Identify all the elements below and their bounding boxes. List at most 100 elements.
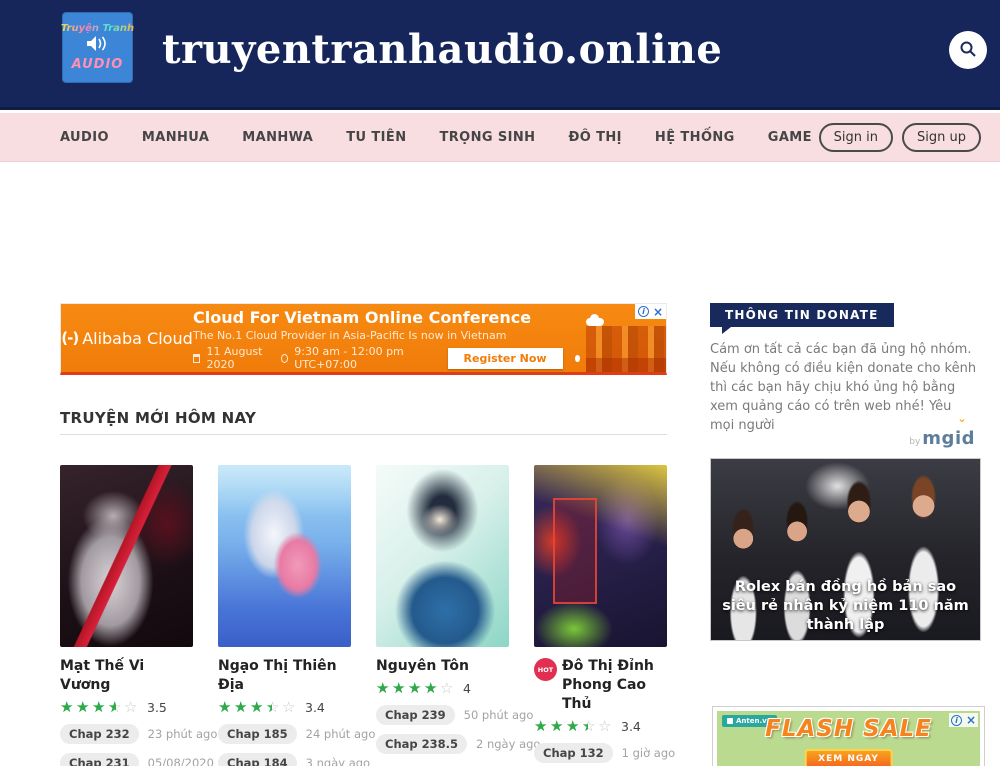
flash-sale-ad-inner: Anten.vn FLASH SALE XEM NGAY i ×	[717, 711, 980, 766]
nav-items: AUDIO MANHUA MANHWA TU TIÊN TRỌNG SINH ĐÔ THỊ…	[60, 130, 812, 145]
donate-info-heading: THÔNG TIN DONATE	[710, 303, 894, 327]
comic-cover[interactable]	[218, 465, 351, 647]
site-title: truyentranhaudio.online	[162, 26, 722, 73]
star-icon: ☆★	[108, 700, 124, 715]
alibaba-bracket-icon: (-)	[61, 329, 78, 347]
nav-item-trong-sinh[interactable]: TRỌNG SINH	[439, 130, 535, 145]
xem-ngay-button[interactable]: XEM NGAY	[804, 749, 893, 766]
nav-item-game[interactable]: GAME	[768, 130, 812, 145]
mgid-attribution[interactable]: bymgid	[710, 428, 975, 449]
mgid-by-text: by	[909, 437, 920, 447]
page: Truyện Tranh AUDIO truyentranhaudio.onli…	[0, 0, 1000, 766]
star-icon: ☆★	[598, 719, 614, 734]
banner-text-block: Cloud For Vietnam Online Conference The …	[193, 305, 580, 371]
nav-item-manhua[interactable]: MANHUA	[142, 130, 209, 145]
logo-text: Truyện Tranh	[61, 23, 134, 34]
native-ad-rolex[interactable]: Rolex bán đồng hồ bản sao siêu rẻ nhân k…	[710, 458, 981, 641]
star-icon: ☆★	[76, 700, 92, 715]
nav-item-tu-tien[interactable]: TU TIÊN	[346, 130, 406, 145]
site-logo[interactable]: Truyện Tranh AUDIO	[62, 12, 133, 83]
comic-title[interactable]: Đô Thị Đỉnh Phong Cao Thủ	[562, 657, 667, 714]
banner-title: Cloud For Vietnam Online Conference	[193, 308, 580, 327]
star-icon: ☆★	[440, 681, 456, 696]
auth-buttons: Sign in Sign up	[819, 123, 981, 152]
banner-date: 11 August 2020	[206, 345, 274, 371]
star-icon: ☆★	[424, 681, 440, 696]
register-now-button[interactable]: Register Now	[448, 348, 563, 369]
star-rating: ☆★☆★☆★☆★☆★	[376, 681, 456, 696]
comic-title[interactable]: Nguyên Tôn	[376, 657, 469, 676]
star-icon: ☆★	[124, 700, 140, 715]
chapter-button[interactable]: Chap 231	[60, 753, 139, 766]
star-icon: ☆★	[582, 719, 598, 734]
nav-item--o-thi[interactable]: ĐÔ THỊ	[568, 130, 621, 145]
star-icon: ☆★	[234, 700, 250, 715]
chapter-row: Chap 23105/08/2020	[60, 753, 193, 766]
comic-title[interactable]: Ngạo Thị Thiên Địa	[218, 657, 351, 695]
donate-message: Cám ơn tất cả các bạn đã ủng hộ nhóm. Nế…	[710, 340, 978, 435]
chapter-button[interactable]: Chap 132	[534, 743, 613, 763]
chapter-row: Chap 1843 ngày ago	[218, 753, 351, 766]
flash-sale-ad[interactable]: Anten.vn FLASH SALE XEM NGAY i ×	[712, 706, 985, 766]
star-icon: ☆★	[266, 700, 282, 715]
ad-close-icon[interactable]: ×	[653, 306, 663, 318]
clock-icon	[281, 354, 288, 363]
star-icon: ☆★	[250, 700, 266, 715]
native-ad-caption: Rolex bán đồng hồ bản sao siêu rẻ nhân k…	[711, 578, 980, 635]
ad-close-icon[interactable]: ×	[966, 714, 976, 726]
mgid-logo: mgid	[922, 428, 975, 449]
nav-item-audio[interactable]: AUDIO	[60, 130, 109, 145]
rating-value: 3.5	[147, 700, 167, 715]
chapter-button[interactable]: Chap 239	[376, 705, 455, 725]
comic-title-row: HOTĐô Thị Đỉnh Phong Cao Thủ	[534, 657, 667, 714]
chapter-button[interactable]: Chap 184	[218, 753, 297, 766]
alibaba-ad-banner[interactable]: (-) Alibaba Cloud Cloud For Vietnam Onli…	[60, 303, 667, 375]
flash-sale-title: FLASH SALE	[717, 716, 980, 742]
star-icon: ☆★	[376, 681, 392, 696]
hot-badge: HOT	[534, 658, 557, 681]
comic-cover[interactable]	[534, 465, 667, 647]
comic-card-grid: Mạt Thế Vi Vương☆★☆★☆★☆★☆★3.5Chap 23223 …	[60, 465, 692, 766]
chapter-row: Chap 23950 phút ago	[376, 705, 509, 725]
chapter-row: Chap 238.52 ngày ago	[376, 734, 509, 754]
chapter-button[interactable]: Chap 238.5	[376, 734, 467, 754]
chapter-button[interactable]: Chap 232	[60, 724, 139, 744]
sign-up-button[interactable]: Sign up	[902, 123, 981, 152]
star-icon: ☆★	[282, 700, 298, 715]
nav-item-he-thong[interactable]: HỆ THỐNG	[655, 130, 735, 145]
search-button[interactable]	[949, 31, 987, 69]
star-icon: ☆★	[534, 719, 550, 734]
search-icon	[959, 40, 977, 61]
site-header: Truyện Tranh AUDIO truyentranhaudio.onli…	[0, 0, 1000, 110]
sign-in-button[interactable]: Sign in	[819, 123, 893, 152]
banner-time: 9:30 am - 12:00 pm UTC+07:00	[294, 345, 431, 371]
comic-title-row: Mạt Thế Vi Vương	[60, 657, 193, 695]
chapter-button[interactable]: Chap 185	[218, 724, 297, 744]
banner-schedule: 11 August 2020 9:30 am - 12:00 pm UTC+07…	[193, 345, 580, 371]
section-divider	[60, 434, 667, 435]
chapter-row: Chap 23223 phút ago	[60, 724, 193, 744]
chapter-time: 3 ngày ago	[306, 756, 370, 766]
flash-ad-controls: i ×	[949, 713, 978, 727]
logo-audio-text: AUDIO	[72, 57, 124, 72]
rating-row: ☆★☆★☆★☆★☆★ 3.4	[534, 719, 667, 734]
chapter-time: 23 phút ago	[148, 727, 218, 741]
comic-title[interactable]: Mạt Thế Vi Vương	[60, 657, 193, 695]
rating-value: 3.4	[305, 700, 325, 715]
chapter-row: Chap 18524 phút ago	[218, 724, 351, 744]
cloud-icon	[586, 318, 604, 326]
ad-info-icon[interactable]: i	[638, 306, 649, 317]
rating-row: ☆★☆★☆★☆★☆★3.5	[60, 700, 193, 715]
nav-item-manhwa[interactable]: MANHWA	[242, 130, 313, 145]
comic-title-row: Ngạo Thị Thiên Địa	[218, 657, 351, 695]
comic-card: Nguyên Tôn☆★☆★☆★☆★☆★4Chap 23950 phút ago…	[376, 465, 509, 766]
rating-value: 3.4	[621, 719, 641, 734]
comic-cover[interactable]	[60, 465, 193, 647]
comic-cover[interactable]	[376, 465, 509, 647]
star-icon: ☆★	[550, 719, 566, 734]
banner-subtitle: The No.1 Cloud Provider in Asia-Pacific …	[193, 329, 580, 342]
ad-info-icon[interactable]: i	[951, 715, 962, 726]
star-rating: ☆★☆★☆★☆★☆★	[534, 719, 614, 734]
section-title-new-today: TRUYỆN MỚI HÔM NAY	[60, 409, 256, 427]
comic-card: Ngạo Thị Thiên Địa☆★☆★☆★☆★☆★3.4Chap 1852…	[218, 465, 351, 766]
